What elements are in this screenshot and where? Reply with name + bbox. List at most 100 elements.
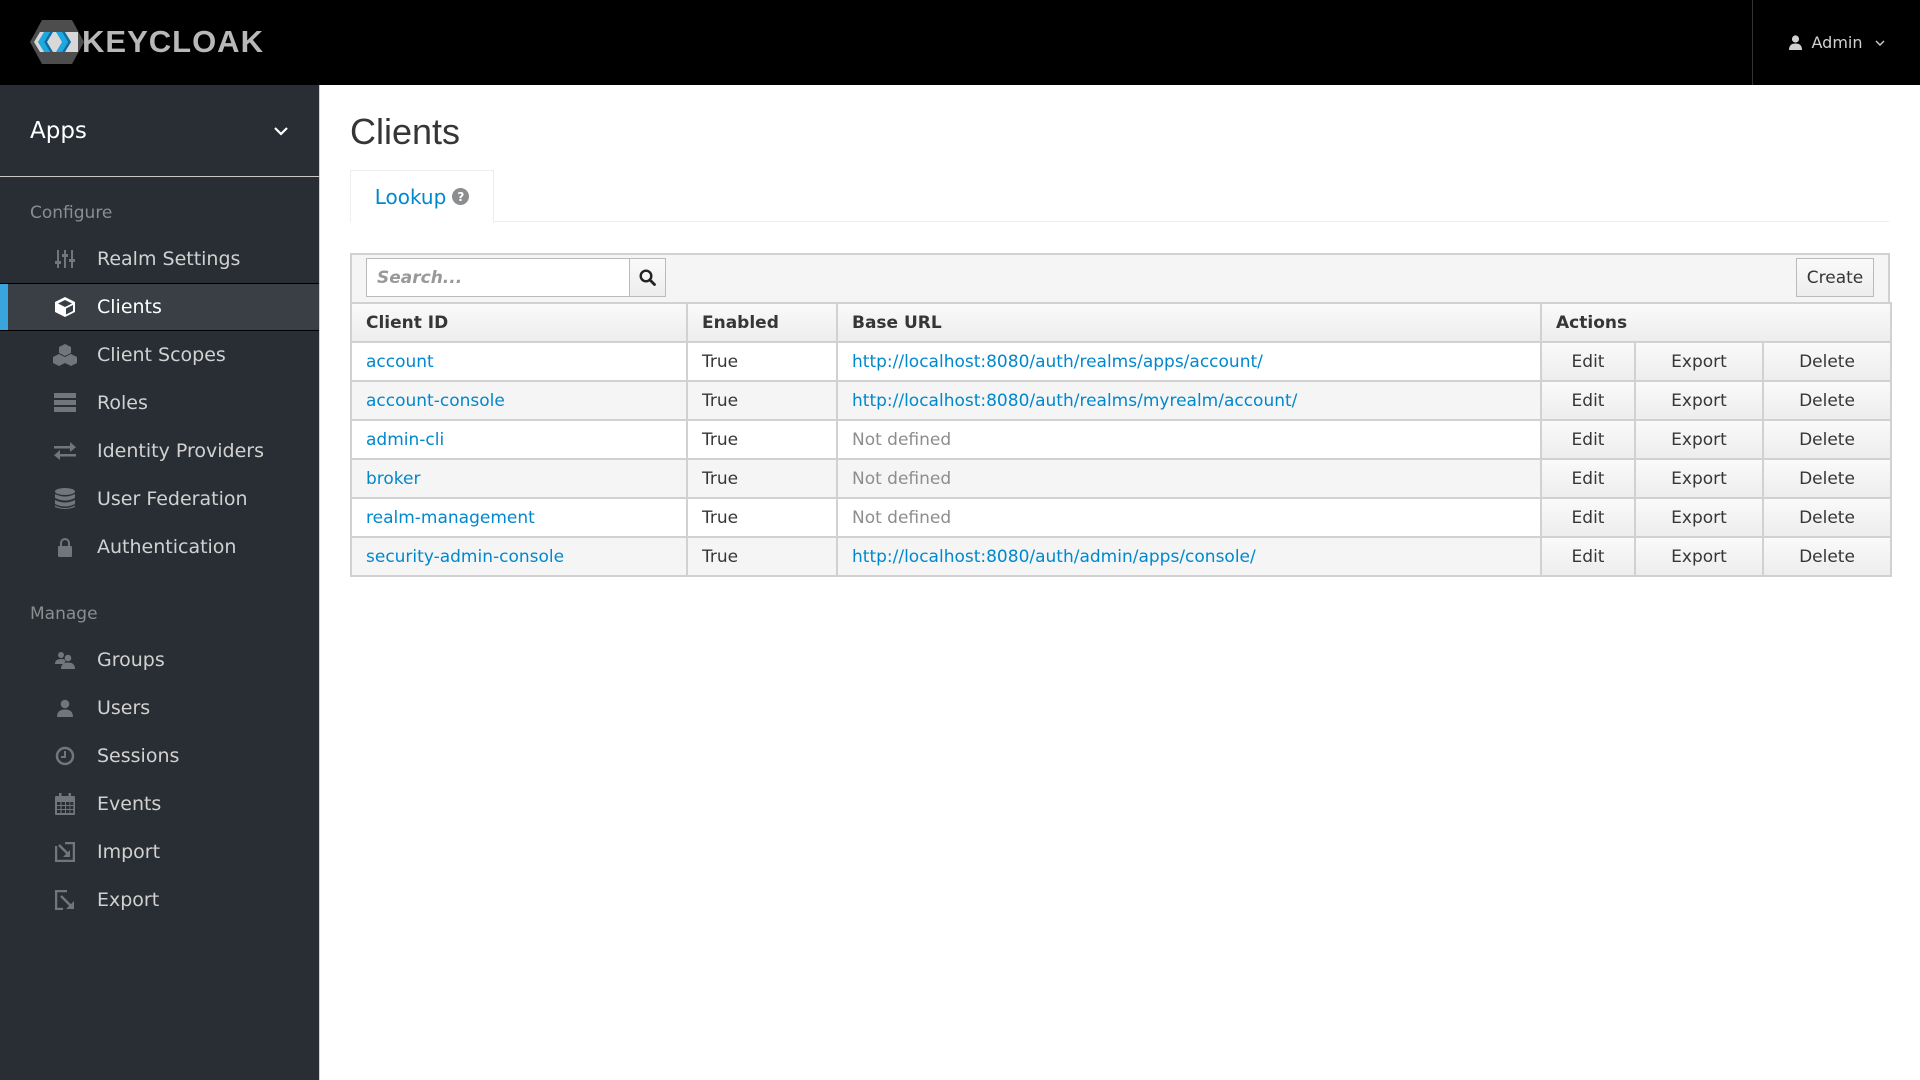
sidebar-item-users[interactable]: Users	[0, 684, 319, 732]
edit-button[interactable]: Edit	[1540, 380, 1636, 421]
export-button[interactable]: Export	[1634, 419, 1764, 460]
export-button[interactable]: Export	[1634, 341, 1764, 382]
column-header-actions: Actions	[1539, 302, 1893, 343]
sidebar: Apps Configure Realm Settings Clients Cl…	[0, 85, 320, 1080]
client-id-link[interactable]: account	[350, 341, 688, 382]
base-url-link[interactable]: http://localhost:8080/auth/realms/myreal…	[836, 380, 1542, 421]
clock-icon	[53, 744, 77, 768]
clients-table: Client ID Enabled Base URL Actions accou…	[350, 302, 1893, 577]
sidebar-item-export[interactable]: Export	[0, 876, 319, 924]
sidebar-item-label: Clients	[97, 296, 162, 318]
section-title-configure: Configure	[30, 203, 113, 223]
tab-lookup[interactable]: Lookup ?	[350, 170, 494, 223]
search-button[interactable]	[629, 258, 666, 297]
delete-button[interactable]: Delete	[1761, 536, 1893, 577]
edit-button[interactable]: Edit	[1540, 497, 1636, 538]
sidebar-item-sessions[interactable]: Sessions	[0, 732, 319, 780]
user-menu-label: Admin	[1811, 33, 1863, 52]
enabled-cell: True	[686, 380, 838, 421]
edit-button[interactable]: Edit	[1540, 341, 1636, 382]
export-button[interactable]: Export	[1634, 380, 1764, 421]
sidebar-item-groups[interactable]: Groups	[0, 636, 319, 684]
sidebar-item-authentication[interactable]: Authentication	[0, 523, 319, 571]
search-icon	[639, 269, 656, 286]
table-toolbar: Create	[350, 253, 1890, 302]
client-id-link[interactable]: broker	[350, 458, 688, 499]
lock-icon	[53, 535, 77, 559]
export-icon	[53, 888, 77, 912]
sidebar-item-client-scopes[interactable]: Client Scopes	[0, 331, 319, 379]
keycloak-logo-icon	[30, 20, 84, 64]
cube-icon	[53, 295, 77, 319]
sidebar-item-label: Export	[97, 889, 160, 911]
tab-label: Lookup	[374, 184, 447, 209]
sidebar-item-label: Sessions	[97, 745, 180, 767]
delete-button[interactable]: Delete	[1761, 419, 1893, 460]
sidebar-item-realm-settings[interactable]: Realm Settings	[0, 235, 319, 283]
client-id-link[interactable]: realm-management	[350, 497, 688, 538]
sidebar-item-label: Client Scopes	[97, 344, 226, 366]
sidebar-item-roles[interactable]: Roles	[0, 379, 319, 427]
sidebar-item-clients[interactable]: Clients	[0, 283, 319, 331]
edit-button[interactable]: Edit	[1540, 458, 1636, 499]
edit-button[interactable]: Edit	[1540, 536, 1636, 577]
client-id-link[interactable]: account-console	[350, 380, 688, 421]
edit-button[interactable]: Edit	[1540, 419, 1636, 460]
export-button[interactable]: Export	[1634, 497, 1764, 538]
client-id-link[interactable]: admin-cli	[350, 419, 688, 460]
sidebar-item-label: Realm Settings	[97, 248, 241, 270]
enabled-cell: True	[686, 497, 838, 538]
sidebar-item-label: Identity Providers	[97, 440, 264, 462]
table-row: admin-cli True Not defined Edit Export Delete	[350, 419, 1893, 460]
enabled-cell: True	[686, 458, 838, 499]
table-row: account True http://localhost:8080/auth/re…	[350, 341, 1893, 382]
enabled-cell: True	[686, 419, 838, 460]
table-row: realm-management True Not defined Edit Expor…	[350, 497, 1893, 538]
sidebar-item-import[interactable]: Import	[0, 828, 319, 876]
delete-button[interactable]: Delete	[1761, 458, 1893, 499]
search-input[interactable]	[366, 258, 629, 297]
sidebar-item-label: Events	[97, 793, 162, 815]
sidebar-item-label: Groups	[97, 649, 165, 671]
brand-name: KEYCLOAK	[82, 24, 264, 59]
search-group	[366, 258, 666, 297]
chevron-down-icon	[1875, 40, 1884, 46]
table-row: security-admin-console True http://localho…	[350, 536, 1893, 577]
help-icon[interactable]: ?	[452, 188, 470, 205]
enabled-cell: True	[686, 341, 838, 382]
create-client-button[interactable]: Create	[1796, 258, 1874, 297]
import-icon	[53, 840, 77, 864]
export-button[interactable]: Export	[1634, 458, 1764, 499]
sidebar-item-user-federation[interactable]: User Federation	[0, 475, 319, 523]
sidebar-item-identity-providers[interactable]: Identity Providers	[0, 427, 319, 475]
sliders-icon	[53, 247, 77, 271]
delete-button[interactable]: Delete	[1761, 341, 1893, 382]
base-url-link[interactable]: http://localhost:8080/auth/realms/apps/a…	[836, 341, 1542, 382]
user-icon	[53, 696, 77, 720]
table-header-row: Client ID Enabled Base URL Actions	[350, 302, 1893, 343]
base-url-link[interactable]: http://localhost:8080/auth/admin/apps/co…	[836, 536, 1542, 577]
client-id-link[interactable]: security-admin-console	[350, 536, 688, 577]
export-button[interactable]: Export	[1634, 536, 1764, 577]
exchange-icon	[53, 439, 77, 463]
user-menu-dropdown[interactable]: Admin	[1752, 0, 1920, 85]
section-title-manage: Manage	[30, 604, 98, 624]
realm-selector[interactable]: Apps	[0, 85, 319, 177]
page-title: Clients	[350, 111, 461, 152]
clients-table-container: Create Client ID Enabled Base URL Action…	[350, 253, 1893, 577]
column-header-client-id[interactable]: Client ID	[350, 302, 688, 343]
base-url-cell: Not defined	[836, 458, 1542, 499]
calendar-icon	[53, 792, 77, 816]
keycloak-logo[interactable]: KEYCLOAK	[28, 18, 264, 66]
delete-button[interactable]: Delete	[1761, 380, 1893, 421]
realm-name: Apps	[30, 117, 87, 144]
top-navbar: KEYCLOAK Admin	[0, 0, 1920, 85]
sidebar-item-events[interactable]: Events	[0, 780, 319, 828]
sidebar-item-label: Import	[97, 841, 161, 863]
table-row: broker True Not defined Edit Export Delete	[350, 458, 1893, 499]
delete-button[interactable]: Delete	[1761, 497, 1893, 538]
sidebar-item-label: Users	[97, 697, 151, 719]
column-header-base-url[interactable]: Base URL	[836, 302, 1542, 343]
sidebar-item-label: Authentication	[97, 536, 237, 558]
column-header-enabled[interactable]: Enabled	[686, 302, 838, 343]
